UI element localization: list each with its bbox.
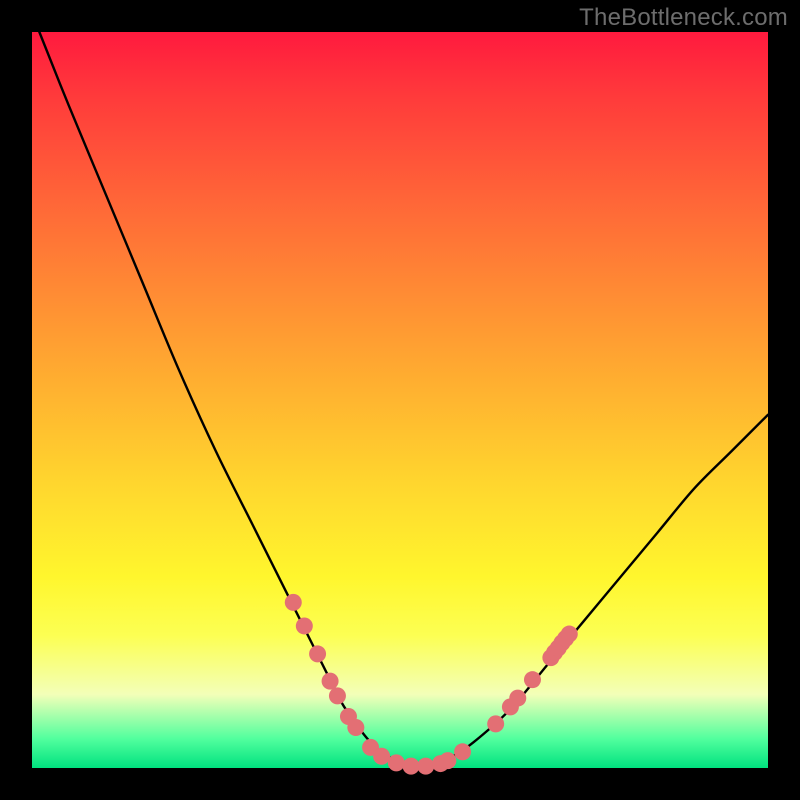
data-marker bbox=[322, 673, 339, 690]
data-marker bbox=[509, 690, 526, 707]
data-marker bbox=[561, 626, 578, 643]
data-marker bbox=[454, 743, 471, 760]
plot-area bbox=[32, 32, 768, 768]
data-marker bbox=[329, 687, 346, 704]
data-marker bbox=[439, 752, 456, 769]
data-marker bbox=[373, 748, 390, 765]
data-marker bbox=[403, 758, 420, 775]
data-marker bbox=[285, 594, 302, 611]
data-marker bbox=[524, 671, 541, 688]
watermark-text: TheBottleneck.com bbox=[579, 4, 788, 32]
data-marker bbox=[388, 754, 405, 771]
data-marker bbox=[347, 719, 364, 736]
chart-frame: TheBottleneck.com bbox=[0, 0, 800, 800]
bottleneck-curve bbox=[39, 32, 768, 767]
data-marker bbox=[309, 645, 326, 662]
curve-layer bbox=[32, 32, 768, 768]
marker-group bbox=[285, 594, 578, 775]
data-marker bbox=[417, 758, 434, 775]
data-marker bbox=[296, 617, 313, 634]
data-marker bbox=[487, 715, 504, 732]
